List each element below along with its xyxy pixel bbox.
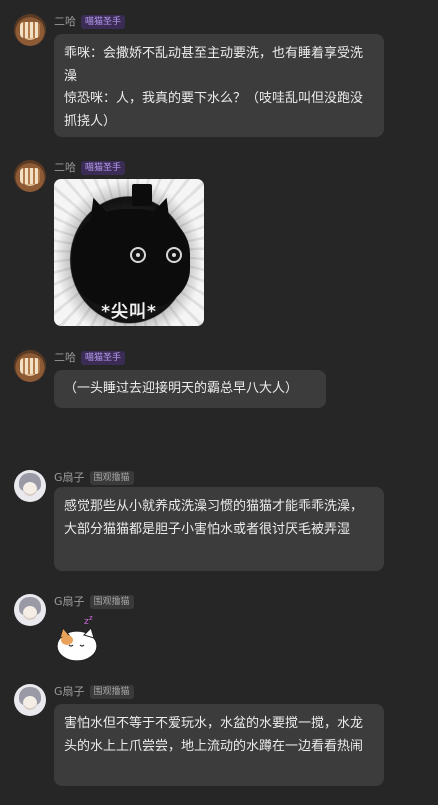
svg-text:z: z (89, 614, 93, 622)
message-line: 乖咪：会撒娇不乱动甚至主动要洗，也有睡着享受洗澡 (64, 46, 364, 84)
avatar[interactable] (14, 470, 46, 502)
member-badge: 喵猫圣手 (81, 351, 126, 365)
cat-hat (132, 184, 152, 206)
message-header: 二哈 喵猫圣手 (54, 160, 126, 176)
member-badge: 喵猫圣手 (81, 15, 126, 29)
message-text: 感觉那些从小就养成洗澡习惯的猫猫才能乖乖洗澡，大部分猫猫都是胆子小害怕水或者很讨… (64, 499, 364, 537)
member-badge: 围观撸猫 (89, 595, 134, 609)
cat-eye (130, 247, 146, 263)
avatar[interactable] (14, 350, 46, 382)
sender-name[interactable]: G扇子 (54, 470, 85, 486)
message-bubble[interactable]: 害怕水但不等于不爱玩水，水盆的水要搅一搅，水龙头的水上上爪尝尝，地上流动的水蹲在… (54, 704, 384, 786)
avatar[interactable] (14, 160, 46, 192)
member-badge: 围观撸猫 (89, 685, 134, 699)
sender-name[interactable]: G扇子 (54, 684, 85, 700)
image-caption: *尖叫* (101, 302, 157, 322)
cat-eye (166, 247, 182, 263)
message-bubble[interactable]: 乖咪：会撒娇不乱动甚至主动要洗，也有睡着享受洗澡 惊恐咪：人，我真的要下水么？（… (54, 34, 384, 137)
message-header: G扇子 围观撸猫 (54, 470, 134, 486)
message-line: 惊恐咪：人，我真的要下水么？（吱哇乱叫但没跑没抓挠人） (64, 91, 364, 129)
message-text: 害怕水但不等于不爱玩水，水盆的水要搅一搅，水龙头的水上上爪尝尝，地上流动的水蹲在… (64, 716, 364, 754)
member-badge: 喵猫圣手 (81, 161, 126, 175)
avatar[interactable] (14, 684, 46, 716)
sleepy-cat-sticker[interactable]: z z (54, 614, 100, 664)
avatar[interactable] (14, 594, 46, 626)
sender-name[interactable]: 二哈 (54, 350, 76, 366)
sender-name[interactable]: G扇子 (54, 594, 85, 610)
message-bubble[interactable]: 感觉那些从小就养成洗澡习惯的猫猫才能乖乖洗澡，大部分猫猫都是胆子小害怕水或者很讨… (54, 487, 384, 571)
message-header: G扇子 围观撸猫 (54, 594, 134, 610)
message-header: G扇子 围观撸猫 (54, 684, 134, 700)
message-header: 二哈 喵猫圣手 (54, 14, 126, 30)
image-message[interactable]: *尖叫* (54, 179, 204, 326)
avatar[interactable] (14, 14, 46, 46)
message-bubble[interactable]: （一头睡过去迎接明天的霸总早八大人） (54, 370, 326, 408)
sender-name[interactable]: 二哈 (54, 160, 76, 176)
message-text: （一头睡过去迎接明天的霸总早八大人） (64, 381, 299, 396)
message-header: 二哈 喵猫圣手 (54, 350, 126, 366)
member-badge: 围观撸猫 (89, 471, 134, 485)
sender-name[interactable]: 二哈 (54, 14, 76, 30)
